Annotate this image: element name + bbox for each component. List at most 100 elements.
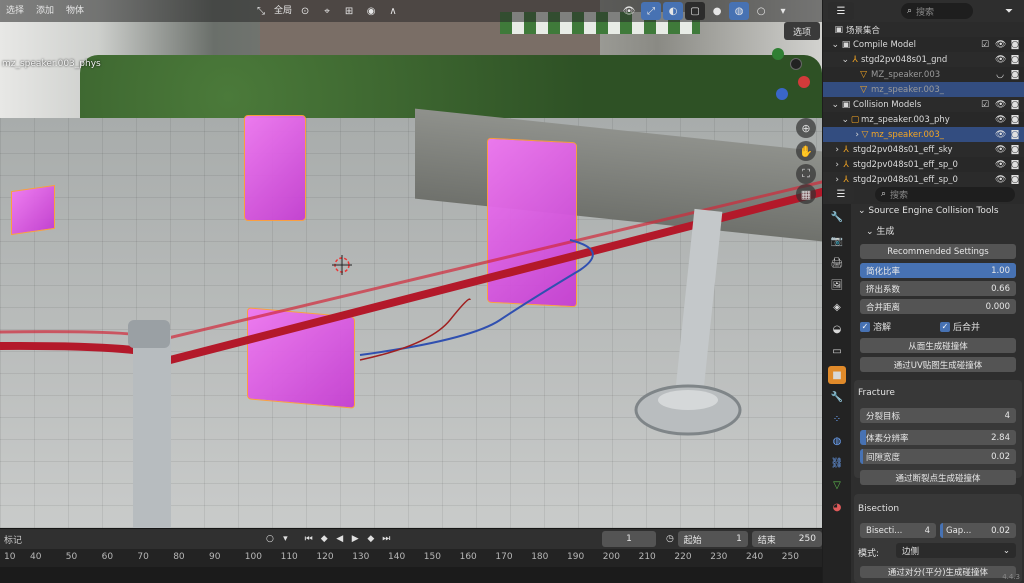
- falloff-icon[interactable]: ∧: [383, 2, 403, 20]
- data-tab-icon[interactable]: ▽: [828, 476, 846, 494]
- 3d-viewport[interactable]: mz_speaker.003_phys 选项 ⊕ ✋ ⛶ ▦: [0, 0, 822, 528]
- material-tab-icon[interactable]: ◕: [828, 498, 846, 516]
- outliner-row-mesh[interactable]: ▽ MZ_speaker.003 ◡ ◙: [823, 67, 1024, 82]
- camera-icon[interactable]: ◙: [1010, 145, 1020, 155]
- generate-from-bisection-button[interactable]: 通过对分(平分)生成碰撞体: [860, 566, 1016, 578]
- output-tab-icon[interactable]: 🖨: [828, 254, 846, 272]
- gizmo-z-axis[interactable]: [776, 88, 788, 100]
- gap-width-slider[interactable]: 间隙宽度 0.02: [860, 449, 1016, 464]
- eye-closed-icon[interactable]: ◡: [995, 70, 1005, 80]
- eye-icon[interactable]: 👁: [995, 130, 1006, 140]
- generate-subpanel-header[interactable]: ⌄ 生成: [866, 224, 894, 237]
- xray-icon[interactable]: ▢: [685, 2, 706, 20]
- play-icon[interactable]: ▶: [348, 531, 364, 547]
- outliner-row-object[interactable]: ⌄ ⅄ stgd2pv048s01_gnd 👁 ◙: [823, 52, 1024, 67]
- chevron-down-icon[interactable]: ⌄: [823, 40, 839, 50]
- addon-panel-header[interactable]: ⌄ Source Engine Collision Tools: [858, 206, 999, 216]
- chevron-down-icon[interactable]: ⌄: [823, 55, 849, 65]
- outliner-row-object[interactable]: ⌄ ▢ mz_speaker.003_phy 👁 ◙: [823, 112, 1024, 127]
- visibility-icon[interactable]: 👁: [619, 2, 639, 20]
- snap-magnet-icon[interactable]: ⌖: [317, 2, 337, 20]
- eye-icon[interactable]: 👁: [995, 175, 1006, 185]
- bisection-gap-field[interactable]: Gap... 0.02: [940, 523, 1016, 538]
- properties-search-input[interactable]: ⌕ 搜索: [875, 186, 1015, 202]
- modifier-tab-icon[interactable]: 🔧: [828, 388, 846, 406]
- generate-from-faces-button[interactable]: 从面生成碰撞体: [860, 338, 1016, 353]
- display-mode-icon[interactable]: ☰: [828, 2, 854, 20]
- outliner-row-collection[interactable]: ⌄ ▣ Compile Model ☑ 👁 ◙: [823, 37, 1024, 52]
- options-dropdown[interactable]: 选项: [784, 22, 820, 40]
- jump-end-icon[interactable]: ⏭: [379, 531, 395, 547]
- outliner-row-collection[interactable]: ⌄ ▣ Collision Models ☑ 👁 ◙: [823, 97, 1024, 112]
- particles-tab-icon[interactable]: ⁘: [828, 410, 846, 428]
- generate-from-uv-button[interactable]: 通过UV贴图生成碰撞体: [860, 357, 1016, 372]
- collection-tab-icon[interactable]: ▭: [828, 342, 846, 360]
- recommended-settings-button[interactable]: Recommended Settings: [860, 244, 1016, 259]
- physics-tab-icon[interactable]: ◍: [828, 432, 846, 450]
- constraints-tab-icon[interactable]: ⛓: [828, 454, 846, 472]
- chevron-down-icon[interactable]: ⌄: [823, 115, 849, 125]
- eye-icon[interactable]: 👁: [995, 145, 1006, 155]
- editor-type-icon[interactable]: ☰: [828, 185, 854, 203]
- extrude-factor-field[interactable]: 挤出系数 0.66: [860, 281, 1016, 296]
- shading-solid-icon[interactable]: ●: [707, 2, 727, 20]
- generate-from-fracture-button[interactable]: 通过断裂点生成碰撞体: [860, 470, 1016, 485]
- eye-icon[interactable]: 👁: [995, 115, 1006, 125]
- frame-ruler[interactable]: 10 40 50 60 70 80 90 100 110 120 130 140 150 160 170 18…: [0, 549, 822, 567]
- chevron-right-icon[interactable]: ›: [823, 130, 859, 140]
- pan-hand-icon[interactable]: ✋: [796, 141, 816, 161]
- camera-icon[interactable]: ◙: [1010, 40, 1020, 50]
- eye-icon[interactable]: 👁: [995, 100, 1006, 110]
- chevron-right-icon[interactable]: ›: [823, 160, 839, 170]
- outliner-search-input[interactable]: ⌕ 搜索: [901, 3, 973, 19]
- tool-tab-icon[interactable]: 🔧: [828, 208, 846, 226]
- keying-set-icon[interactable]: ▾: [278, 531, 294, 547]
- menu-object[interactable]: 物体: [60, 0, 90, 22]
- voxel-resolution-slider[interactable]: 体素分辨率 2.84: [860, 430, 1016, 445]
- camera-icon[interactable]: ◙: [1010, 100, 1020, 110]
- perspective-grid-icon[interactable]: ▦: [796, 184, 816, 204]
- menu-add[interactable]: 添加: [30, 0, 60, 22]
- shading-options-icon[interactable]: ▾: [773, 2, 793, 20]
- prev-keyframe-icon[interactable]: ◆: [316, 531, 332, 547]
- menu-select[interactable]: 选择: [0, 0, 30, 22]
- render-tab-icon[interactable]: 📷: [828, 232, 846, 250]
- timeline-track[interactable]: [0, 567, 822, 583]
- transform-orientation-icon[interactable]: ⤡: [251, 2, 271, 20]
- jump-start-icon[interactable]: ⏮: [301, 531, 317, 547]
- pivot-point-icon[interactable]: ⊙: [295, 2, 315, 20]
- camera-icon[interactable]: ◙: [1010, 160, 1020, 170]
- checkbox-icon[interactable]: ☑: [980, 40, 990, 50]
- simplify-ratio-slider[interactable]: 简化比率 1.00: [860, 263, 1016, 278]
- world-tab-icon[interactable]: ◒: [828, 320, 846, 338]
- next-keyframe-icon[interactable]: ◆: [363, 531, 379, 547]
- outliner-row-object[interactable]: › ⅄ stgd2pv048s01_eff_sky 👁 ◙: [823, 142, 1024, 157]
- bisection-count-field[interactable]: Bisecti... 4: [860, 523, 936, 538]
- eye-icon[interactable]: 👁: [995, 160, 1006, 170]
- camera-icon[interactable]: ◙: [1010, 130, 1020, 140]
- shading-material-icon[interactable]: ◍: [729, 2, 750, 20]
- mode-dropdown[interactable]: 边侧 ⌄: [896, 543, 1016, 558]
- proportional-edit-icon[interactable]: ◉: [361, 2, 381, 20]
- merge-distance-field[interactable]: 合并距离 0.000: [860, 299, 1016, 314]
- eye-icon[interactable]: 👁: [995, 40, 1006, 50]
- dissolve-checkbox[interactable]: ✓ 溶解: [860, 320, 891, 333]
- current-frame-field[interactable]: 1: [601, 531, 657, 547]
- gizmo-toggle-icon[interactable]: ⤢: [641, 2, 662, 20]
- scene-tab-icon[interactable]: ◈: [828, 298, 846, 316]
- clock-icon[interactable]: ◷: [662, 531, 678, 547]
- shading-rendered-icon[interactable]: ○: [751, 2, 771, 20]
- snap-increment-icon[interactable]: ⊞: [339, 2, 359, 20]
- outliner-row-mesh-selected[interactable]: › ▽ mz_speaker.003_ 👁 ◙: [823, 127, 1024, 142]
- end-frame-field[interactable]: 结束 250: [751, 531, 822, 547]
- outliner-row-mesh-selected[interactable]: ▽ mz_speaker.003_: [823, 82, 1024, 97]
- filter-icon[interactable]: ⏷: [999, 2, 1019, 20]
- zoom-icon[interactable]: ⊕: [796, 118, 816, 138]
- gizmo-x-axis[interactable]: [798, 76, 810, 88]
- camera-icon[interactable]: ◙: [1010, 55, 1020, 65]
- split-target-field[interactable]: 分裂目标 4: [860, 408, 1016, 423]
- overlay-toggle-icon[interactable]: ◐: [663, 2, 684, 20]
- record-icon[interactable]: ○: [262, 531, 278, 547]
- camera-icon[interactable]: ◙: [1010, 175, 1020, 185]
- camera-icon[interactable]: ⛶: [796, 164, 816, 184]
